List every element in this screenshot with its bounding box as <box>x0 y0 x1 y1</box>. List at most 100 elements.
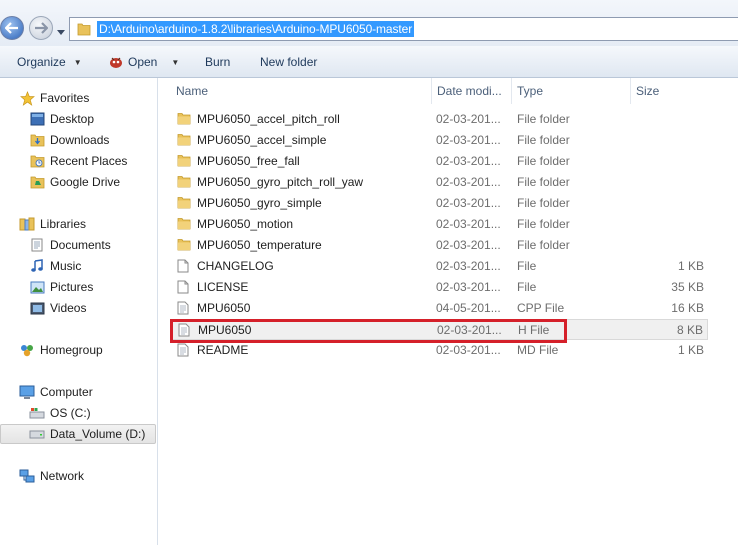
recent-places-icon <box>29 153 45 169</box>
organize-label: Organize <box>17 55 66 69</box>
videos-icon <box>29 300 45 316</box>
nav-network-label: Network <box>40 469 85 483</box>
file-date: 04-05-201... <box>436 301 501 315</box>
nav-favorites[interactable]: Favorites <box>19 88 89 108</box>
nav-pictures-label: Pictures <box>50 280 94 294</box>
file-date: 02-03-201... <box>436 343 501 357</box>
highlight-annotation-box <box>170 319 567 343</box>
nav-data-volume-d-drive[interactable]: Data_Volume (D:) <box>0 424 156 444</box>
file-type: File folder <box>517 133 570 147</box>
organize-button[interactable]: Organize ▼ <box>17 55 82 69</box>
nav-recent-places[interactable]: Recent Places <box>29 151 127 171</box>
file-type: File folder <box>517 154 570 168</box>
file-row[interactable]: MPU6050 04-05-201... CPP File 16 KB <box>170 298 708 319</box>
nav-data-volume-label: Data_Volume (D:) <box>50 427 146 441</box>
file-type: MD File <box>517 343 559 357</box>
nav-desktop[interactable]: Desktop <box>29 109 94 129</box>
nav-desktop-label: Desktop <box>50 112 95 126</box>
file-name: MPU6050_temperature <box>197 238 322 252</box>
open-button[interactable]: Open ▼ <box>108 55 179 69</box>
column-header-type[interactable]: Type <box>517 78 543 104</box>
back-arrow-icon <box>5 22 18 34</box>
nav-homegroup-label: Homegroup <box>40 343 103 357</box>
nav-favorites-label: Favorites <box>40 91 90 105</box>
file-row[interactable]: MPU6050_free_fall 02-03-201... File folder <box>170 151 708 172</box>
nav-libraries-label: Libraries <box>40 217 87 231</box>
nav-documents[interactable]: Documents <box>29 235 111 255</box>
file-name: CHANGELOG <box>197 259 274 273</box>
text-file-icon <box>177 301 189 318</box>
file-type: File folder <box>517 196 570 210</box>
column-size-label: Size <box>636 84 660 98</box>
file-type: File <box>517 280 537 294</box>
nav-os-c-drive[interactable]: OS (C:) <box>29 403 91 423</box>
file-name: MPU6050_gyro_pitch_roll_yaw <box>197 175 364 189</box>
file-icon <box>177 259 189 276</box>
file-row[interactable]: MPU6050_motion 02-03-201... File folder <box>170 214 708 235</box>
google-drive-folder-icon <box>29 174 45 190</box>
file-row[interactable]: LICENSE 02-03-201... File 35 KB <box>170 277 708 298</box>
nav-libraries[interactable]: Libraries <box>19 214 86 234</box>
file-date: 02-03-201... <box>436 196 501 210</box>
file-size: 35 KB <box>671 280 704 294</box>
file-row[interactable]: MPU6050_gyro_pitch_roll_yaw 02-03-201... F… <box>170 172 708 193</box>
address-input[interactable]: D:\Arduino\arduino-1.8.2\libraries\Ardui… <box>69 17 738 41</box>
column-divider[interactable] <box>431 78 432 104</box>
recent-pages-dropdown[interactable] <box>57 24 65 38</box>
network-icon <box>19 468 35 484</box>
file-row[interactable]: MPU6050_temperature 02-03-201... File fold… <box>170 235 708 256</box>
file-type: File folder <box>517 112 570 126</box>
forward-arrow-icon <box>35 22 48 34</box>
nav-pictures[interactable]: Pictures <box>29 277 93 297</box>
documents-icon <box>29 237 45 253</box>
back-button[interactable] <box>0 16 24 40</box>
file-icon <box>177 280 189 297</box>
file-type: File folder <box>517 238 570 252</box>
new-folder-button[interactable]: New folder <box>260 55 317 69</box>
chevron-down-icon: ▼ <box>171 57 180 67</box>
nav-videos[interactable]: Videos <box>29 298 86 318</box>
nav-network[interactable]: Network <box>19 466 84 486</box>
nav-music-label: Music <box>50 259 82 273</box>
nav-videos-label: Videos <box>50 301 87 315</box>
nav-google-drive[interactable]: Google Drive <box>29 172 120 192</box>
nav-homegroup[interactable]: Homegroup <box>19 340 103 360</box>
file-date: 02-03-201... <box>436 259 501 273</box>
column-header-name[interactable]: Name <box>176 78 208 104</box>
nav-downloads[interactable]: Downloads <box>29 130 109 150</box>
file-name: README <box>197 343 249 357</box>
file-date: 02-03-201... <box>436 133 501 147</box>
folder-icon <box>177 154 191 170</box>
file-row[interactable]: MPU6050_gyro_simple 02-03-201... File fold… <box>170 193 708 214</box>
file-list: Name Date modi... Type Size MPU6050_acce… <box>158 78 738 545</box>
column-header-date[interactable]: Date modi... <box>437 78 502 104</box>
file-type: File <box>517 259 537 273</box>
column-divider[interactable] <box>630 78 631 104</box>
file-row[interactable]: README 02-03-201... MD File 1 KB <box>170 340 708 361</box>
nav-computer[interactable]: Computer <box>19 382 93 402</box>
file-type: File folder <box>517 175 570 189</box>
nav-downloads-label: Downloads <box>50 133 110 147</box>
computer-icon <box>19 384 35 400</box>
libraries-icon <box>19 216 35 232</box>
file-name: MPU6050 <box>197 301 251 315</box>
file-row[interactable]: CHANGELOG 02-03-201... File 1 KB <box>170 256 708 277</box>
burn-button[interactable]: Burn <box>205 55 230 69</box>
forward-button[interactable] <box>29 16 53 40</box>
file-row[interactable]: MPU6050_accel_simple 02-03-201... File fol… <box>170 130 708 151</box>
column-divider[interactable] <box>511 78 512 104</box>
downloads-folder-icon <box>29 132 45 148</box>
file-date: 02-03-201... <box>436 238 501 252</box>
nav-recent-places-label: Recent Places <box>50 154 128 168</box>
nav-documents-label: Documents <box>50 238 111 252</box>
chevron-down-icon <box>57 30 65 35</box>
file-date: 02-03-201... <box>436 217 501 231</box>
drive-icon <box>29 426 45 442</box>
column-header-size[interactable]: Size <box>636 78 659 104</box>
command-toolbar: Organize ▼ Open ▼ Burn New folder <box>0 46 738 78</box>
navigation-pane: Favorites Desktop Downloads Recent Place… <box>0 78 158 545</box>
windows-drive-icon <box>29 405 45 421</box>
file-row[interactable]: MPU6050_accel_pitch_roll 02-03-201... File… <box>170 109 708 130</box>
folder-icon <box>177 175 191 191</box>
nav-music[interactable]: Music <box>29 256 81 276</box>
